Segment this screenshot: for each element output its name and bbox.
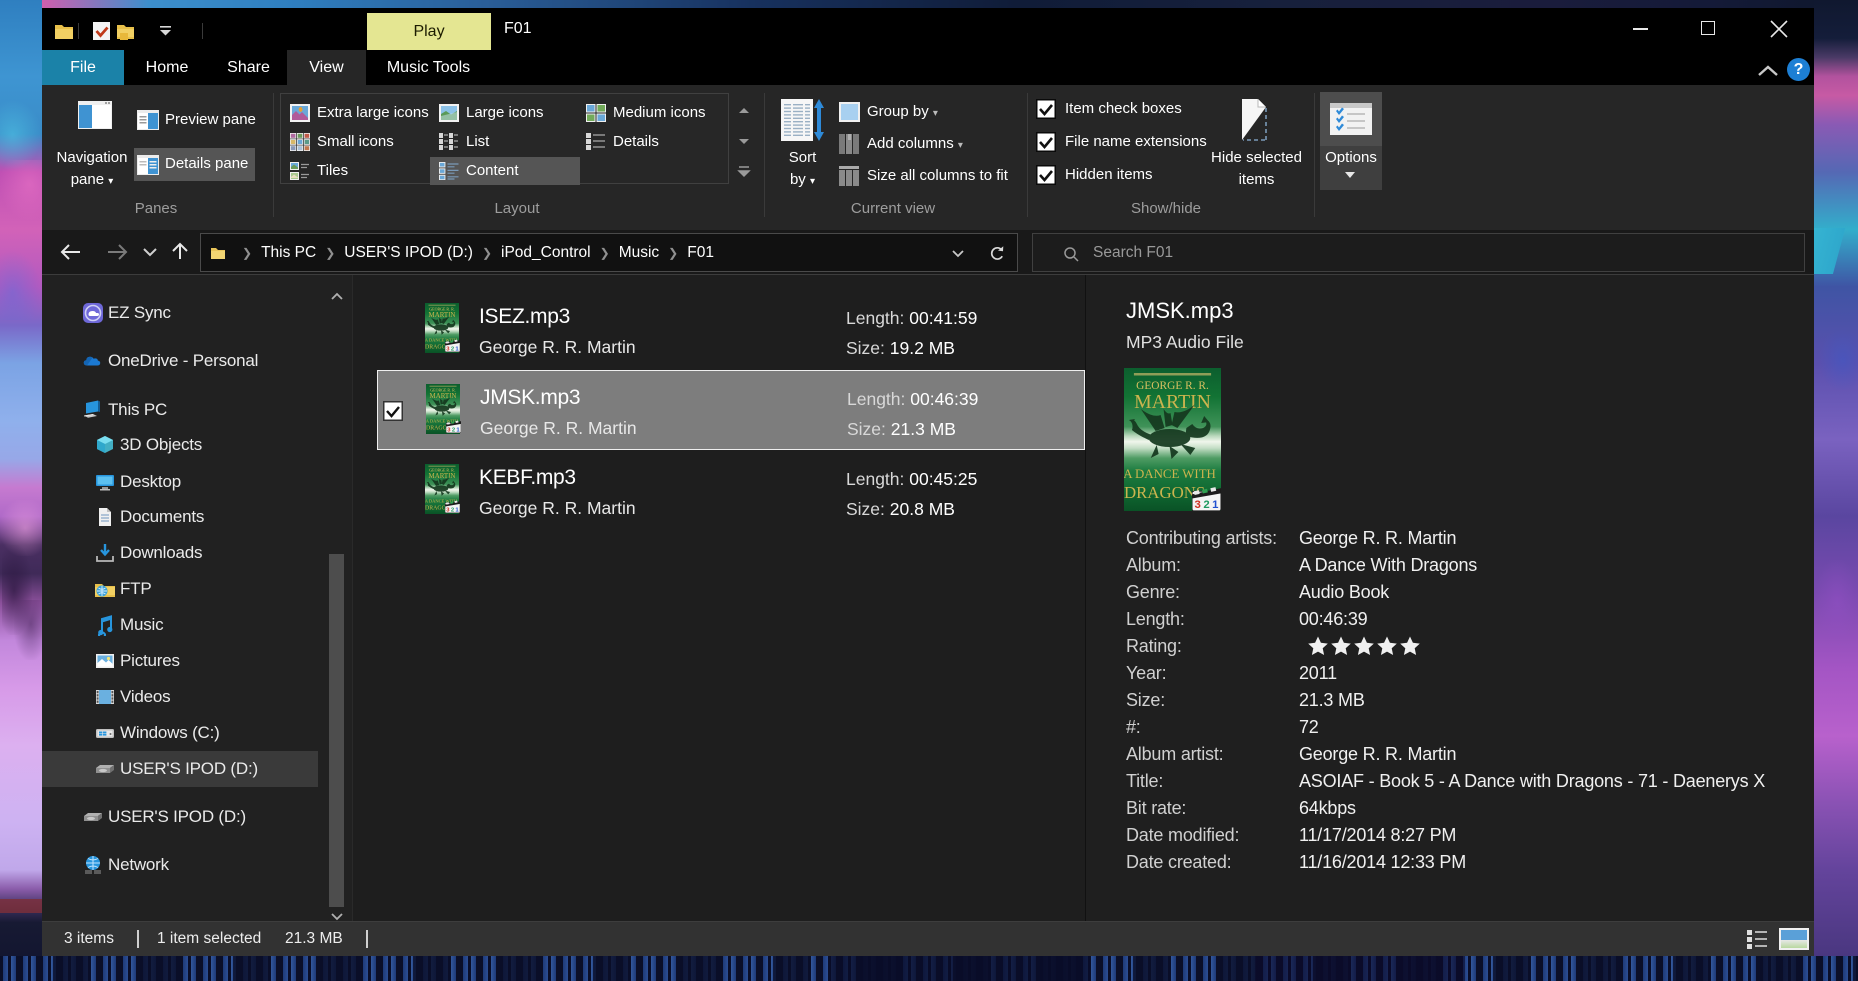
svg-text:2: 2 bbox=[1203, 499, 1209, 511]
svg-text:MARTIN: MARTIN bbox=[430, 392, 457, 400]
svg-text:GEORGE R. R.: GEORGE R. R. bbox=[429, 467, 454, 472]
svg-text:3: 3 bbox=[1195, 499, 1201, 511]
svg-text:MARTIN: MARTIN bbox=[1134, 391, 1211, 413]
svg-text:MARTIN: MARTIN bbox=[429, 311, 456, 319]
svg-text:GEORGE R. R.: GEORGE R. R. bbox=[430, 387, 455, 392]
svg-text:A DANCE WITH: A DANCE WITH bbox=[1124, 466, 1216, 481]
svg-text:MARTIN: MARTIN bbox=[429, 472, 456, 480]
svg-text:1: 1 bbox=[1212, 499, 1219, 511]
svg-text:GEORGE R. R.: GEORGE R. R. bbox=[429, 306, 454, 311]
